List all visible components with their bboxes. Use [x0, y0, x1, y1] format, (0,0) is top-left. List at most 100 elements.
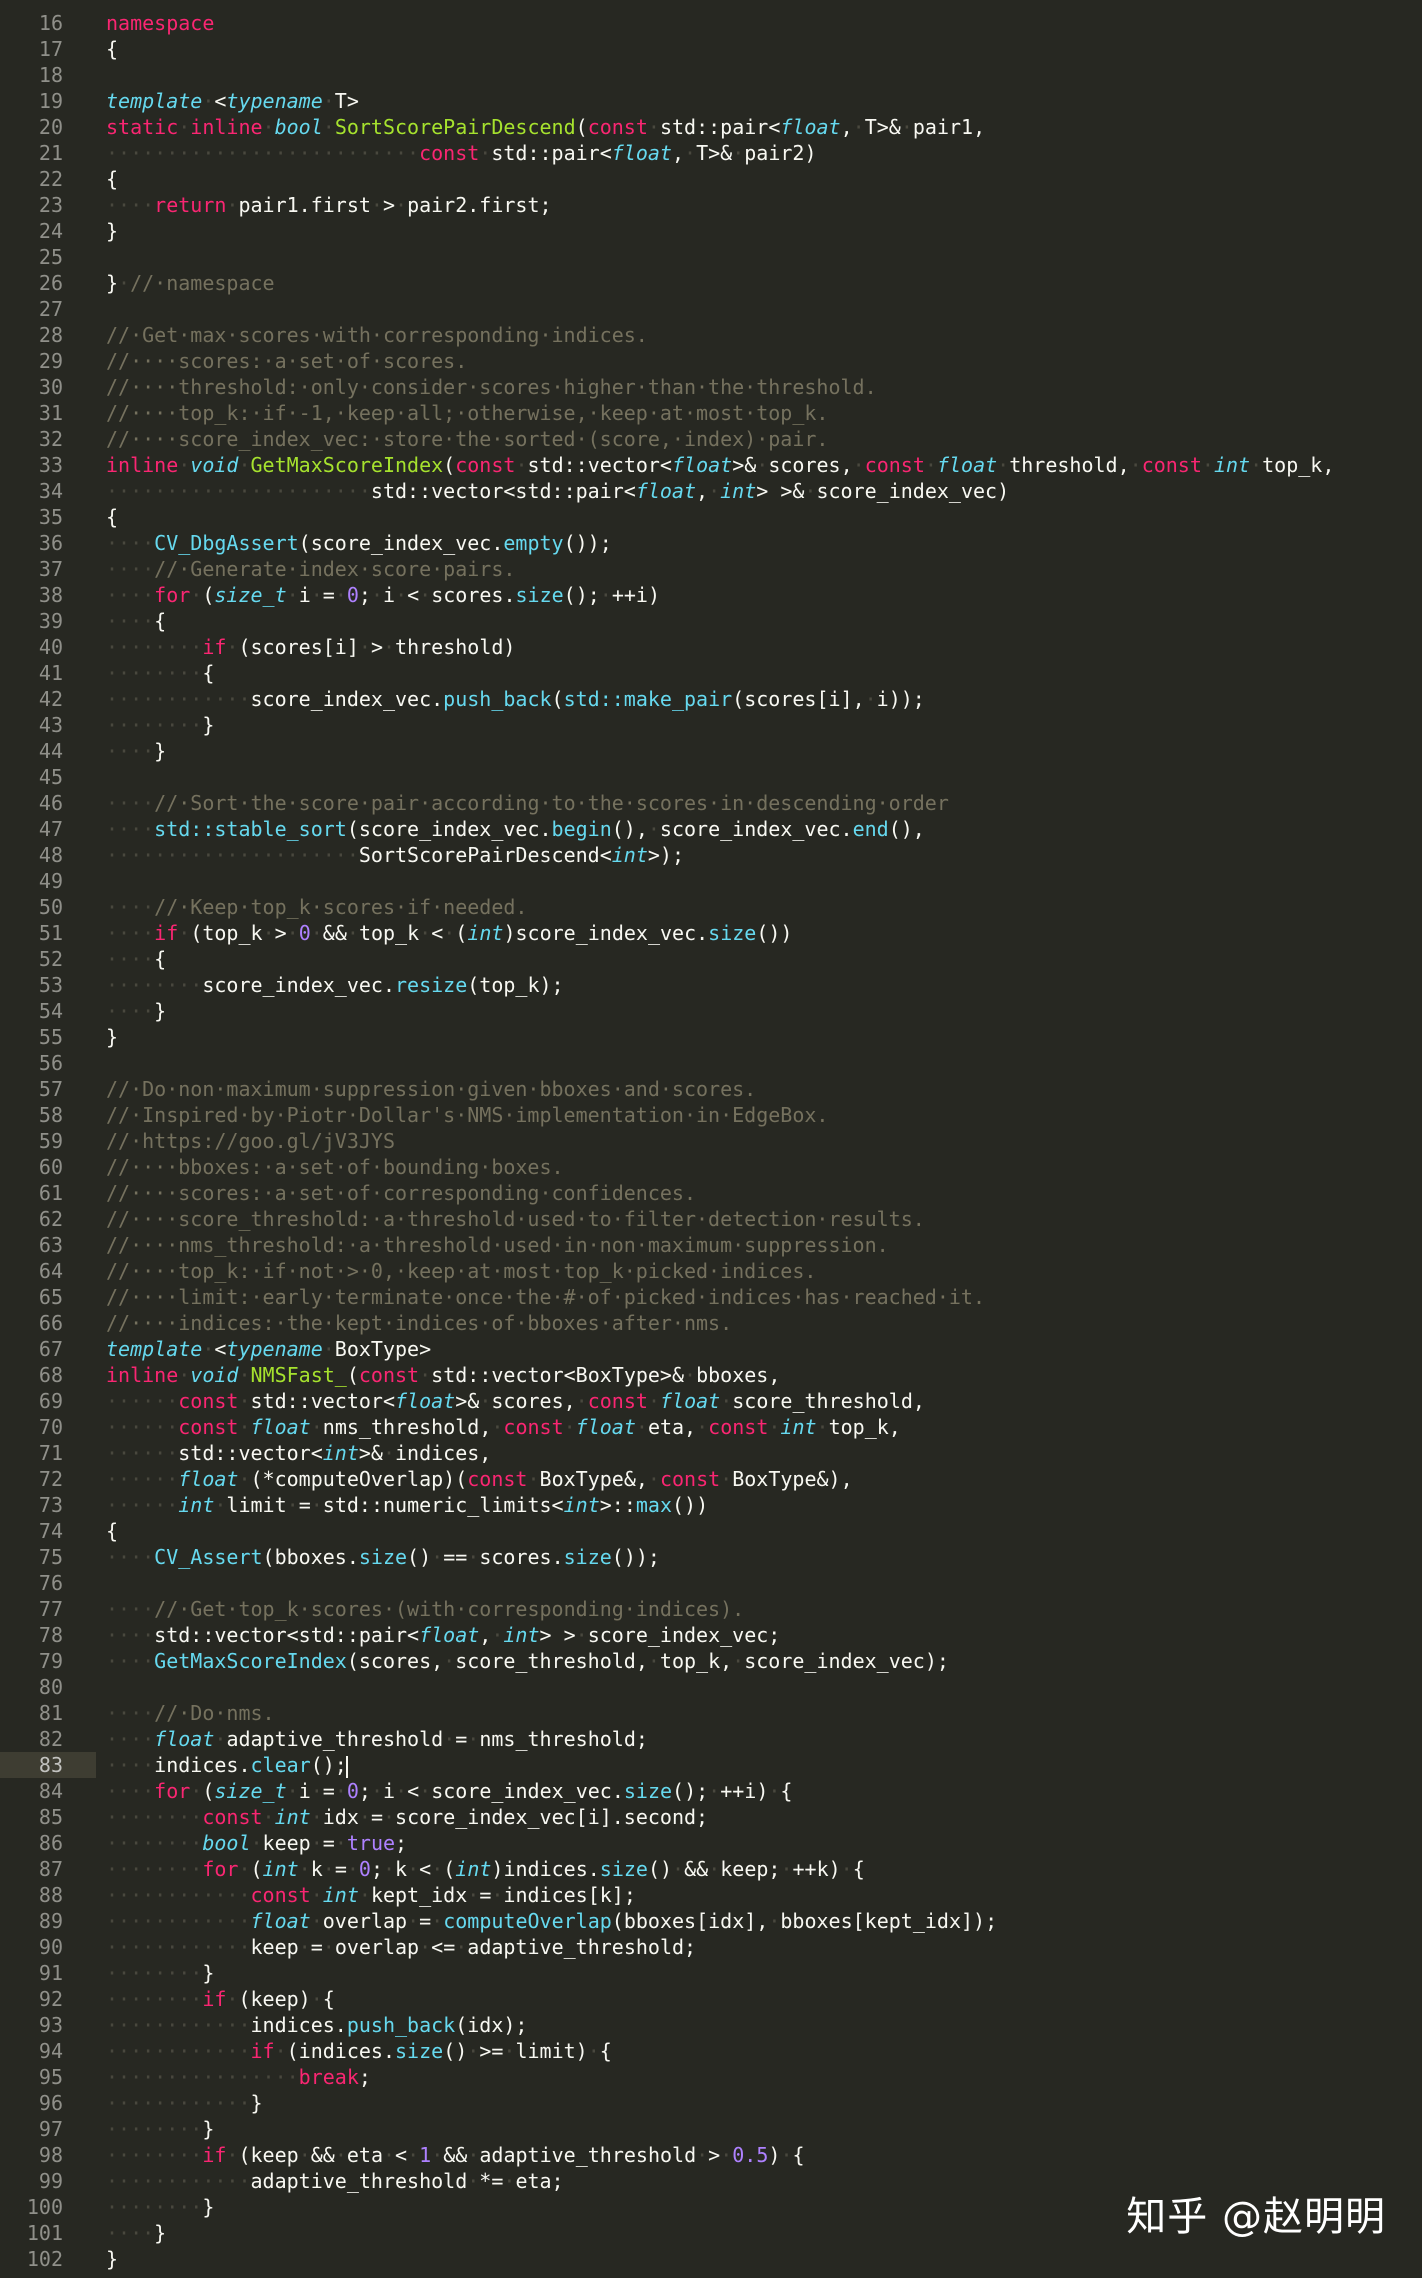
code-line[interactable]: 54 ····}	[0, 998, 1422, 1024]
line-number: 20	[38, 115, 63, 139]
code-line[interactable]: 87 ········for·(int·k·=·0;·k·<·(int)indic…	[0, 1856, 1422, 1882]
code-line[interactable]: 98 ········if·(keep·&&·eta·<·1·&&·adaptiv…	[0, 2142, 1422, 2168]
code-token: (	[250, 1857, 263, 1881]
code-line[interactable]: 78 ····std::vector<std::pair<float,·int> …	[0, 1622, 1422, 1648]
code-line[interactable]: 26}·//·namespace	[0, 270, 1422, 296]
code-line[interactable]: 45	[0, 764, 1422, 790]
code-line[interactable]: 40 ········if·(scores[i]·>·threshold)	[0, 634, 1422, 660]
code-line[interactable]: 97 ········}	[0, 2116, 1422, 2142]
code-token: ····	[106, 817, 155, 841]
code-line[interactable]: 34 ······················std::vector<std:…	[0, 478, 1422, 504]
code-line[interactable]: 72 ······float·(*computeOverlap)(const·Bo…	[0, 1466, 1422, 1492]
code-line[interactable]: 39 ····{	[0, 608, 1422, 634]
code-line[interactable]: 16 namespace	[0, 10, 1422, 36]
code-line[interactable]: 62 //····score_threshold:·a·threshold·use…	[0, 1206, 1422, 1232]
code-line[interactable]: 31 //····top_k:·if·-1,·keep·all;·otherwis…	[0, 400, 1422, 426]
code-line[interactable]: 91 ········}	[0, 1960, 1422, 1986]
code-line[interactable]: 28 //·Get·max·scores·with·corresponding·i…	[0, 322, 1422, 348]
code-line[interactable]: 81 ····//·Do·nms.	[0, 1700, 1422, 1726]
code-line[interactable]: 18	[0, 62, 1422, 88]
code-line[interactable]: 94 ············if·(indices.size()·>=·limi…	[0, 2038, 1422, 2064]
code-token: ········	[106, 1857, 203, 1881]
code-line[interactable]: 95 ················break;	[0, 2064, 1422, 2090]
code-token: ·	[1250, 453, 1263, 477]
code-line[interactable]: 58 //·Inspired·by·Piotr·Dollar's·NMS·impl…	[0, 1102, 1422, 1128]
code-line[interactable]: 63 //····nms_threshold:·a·threshold·used·…	[0, 1232, 1422, 1258]
line-code: ········{	[106, 660, 214, 686]
code-line[interactable]: 21 ··························const·std::p…	[0, 140, 1422, 166]
code-line[interactable]: 37 ····//·Generate·index·score·pairs.	[0, 556, 1422, 582]
code-line[interactable]: 48 ·····················SortScorePairDesc…	[0, 842, 1422, 868]
code-line[interactable]: 66 //····indices:·the·kept·indices·of·bbo…	[0, 1310, 1422, 1336]
code-line[interactable]: 32 //····score_index_vec:·store·the·sorte…	[0, 426, 1422, 452]
code-line[interactable]: 42 ············score_index_vec.push_back(…	[0, 686, 1422, 712]
code-line[interactable]: 74 {	[0, 1518, 1422, 1544]
code-line[interactable]: 44 ····}	[0, 738, 1422, 764]
code-line[interactable]: 71 ······std::vector<int>&·indices,	[0, 1440, 1422, 1466]
code-line[interactable]: 64 //····top_k:·if·not·>·0,·keep·at·most·…	[0, 1258, 1422, 1284]
code-line[interactable]: 80	[0, 1674, 1422, 1700]
code-line[interactable]: 84 ····for·(size_t·i·=·0;·i·<·score_index…	[0, 1778, 1422, 1804]
code-line[interactable]: 90 ············keep·=·overlap·<=·adaptive…	[0, 1934, 1422, 1960]
code-line[interactable]: 83 ····indices.clear();	[0, 1752, 1422, 1778]
code-line[interactable]: 52 ····{	[0, 946, 1422, 972]
code-line[interactable]: 56	[0, 1050, 1422, 1076]
code-line[interactable]: 23 ····return·pair1.first·>·pair2.first;	[0, 192, 1422, 218]
code-token: //·Keep·top_k·scores·if·needed.	[154, 895, 528, 919]
code-line[interactable]: 102}	[0, 2246, 1422, 2272]
code-line[interactable]: 75 ····CV_Assert(bboxes.size()·==·scores.…	[0, 1544, 1422, 1570]
code-token: T>&	[696, 141, 733, 165]
line-number: 76	[38, 1571, 63, 1595]
code-line[interactable]: 85 ········const·int·idx·=·score_index_ve…	[0, 1804, 1422, 1830]
code-line[interactable]: 51 ····if·(top_k·>·0·&&·top_k·<·(int)scor…	[0, 920, 1422, 946]
code-line[interactable]: 50 ····//·Keep·top_k·scores·if·needed.	[0, 894, 1422, 920]
code-line[interactable]: 68 inline·void·NMSFast_(const·std::vector…	[0, 1362, 1422, 1388]
code-line[interactable]: 67 template·<typename·BoxType>	[0, 1336, 1422, 1362]
code-line[interactable]: 86 ········bool·keep·=·true;	[0, 1830, 1422, 1856]
code-token: ·	[178, 921, 191, 945]
code-line[interactable]: 30 //····threshold:·only·consider·scores·…	[0, 374, 1422, 400]
code-token: ·	[358, 1805, 371, 1829]
code-line[interactable]: 53 ········score_index_vec.resize(top_k);	[0, 972, 1422, 998]
code-line[interactable]: 79 ····GetMaxScoreIndex(scores,·score_thr…	[0, 1648, 1422, 1674]
code-line[interactable]: 69 ······const·std::vector<float>&·scores…	[0, 1388, 1422, 1414]
code-line[interactable]: 88 ············const·int·kept_idx·=·indic…	[0, 1882, 1422, 1908]
code-line[interactable]: 76	[0, 1570, 1422, 1596]
code-line[interactable]: 27	[0, 296, 1422, 322]
code-line[interactable]: 36 ····CV_DbgAssert(score_index_vec.empty…	[0, 530, 1422, 556]
code-line[interactable]: 22 {	[0, 166, 1422, 192]
code-token: ,	[671, 141, 685, 165]
code-line[interactable]: 89 ············float·overlap·=·computeOve…	[0, 1908, 1422, 1934]
code-line[interactable]: 55}	[0, 1024, 1422, 1050]
code-editor[interactable]: 16 namespace 17{18 19 template·<typename·T> 2…	[0, 0, 1422, 2278]
code-line[interactable]: 47 ····std::stable_sort(score_index_vec.b…	[0, 816, 1422, 842]
code-line[interactable]: 65 //····limit:·early·terminate·once·the·…	[0, 1284, 1422, 1310]
code-line[interactable]: 38 ····for·(size_t·i·=·0;·i·<·scores.size…	[0, 582, 1422, 608]
line-code: //····threshold:·only·consider·scores·hi…	[106, 374, 877, 400]
code-line[interactable]: 25	[0, 244, 1422, 270]
code-token: (scores[i]	[238, 635, 359, 659]
code-line[interactable]: 59 //·https://goo.gl/jV3JYS	[0, 1128, 1422, 1154]
code-line[interactable]: 70 ······const·float·nms_threshold,·const…	[0, 1414, 1422, 1440]
code-line[interactable]: 46 ····//·Sort·the·score·pair·according·t…	[0, 790, 1422, 816]
code-line[interactable]: 24}	[0, 218, 1422, 244]
code-line[interactable]: 20 static·inline·bool·SortScorePairDescen…	[0, 114, 1422, 140]
code-line[interactable]: 96 ············}	[0, 2090, 1422, 2116]
code-line[interactable]: 61 //····scores:·a·set·of·corresponding·c…	[0, 1180, 1422, 1206]
code-line[interactable]: 33 inline·void·GetMaxScoreIndex(const·std…	[0, 452, 1422, 478]
code-line[interactable]: 82 ····float·adaptive_threshold·=·nms_thr…	[0, 1726, 1422, 1752]
code-line[interactable]: 60 //····bboxes:·a·set·of·bounding·boxes.	[0, 1154, 1422, 1180]
code-line[interactable]: 19 template·<typename·T>	[0, 88, 1422, 114]
code-line[interactable]: 73 ······int·limit·=·std::numeric_limits<…	[0, 1492, 1422, 1518]
code-line[interactable]: 93 ············indices.push_back(idx);	[0, 2012, 1422, 2038]
code-line[interactable]: 35 {	[0, 504, 1422, 530]
code-line[interactable]: 57 //·Do·non·maximum·suppression·given·bb…	[0, 1076, 1422, 1102]
code-line[interactable]: 17 {	[0, 36, 1422, 62]
code-line[interactable]: 43 ········}	[0, 712, 1422, 738]
code-line[interactable]: 49	[0, 868, 1422, 894]
code-line[interactable]: 29 //····scores:·a·set·of·scores.	[0, 348, 1422, 374]
code-line[interactable]: 77 ····//·Get·top_k·scores·(with·correspo…	[0, 1596, 1422, 1622]
code-line[interactable]: 41 ········{	[0, 660, 1422, 686]
code-token: const	[250, 1883, 311, 1907]
code-line[interactable]: 92 ········if·(keep)·{	[0, 1986, 1422, 2012]
